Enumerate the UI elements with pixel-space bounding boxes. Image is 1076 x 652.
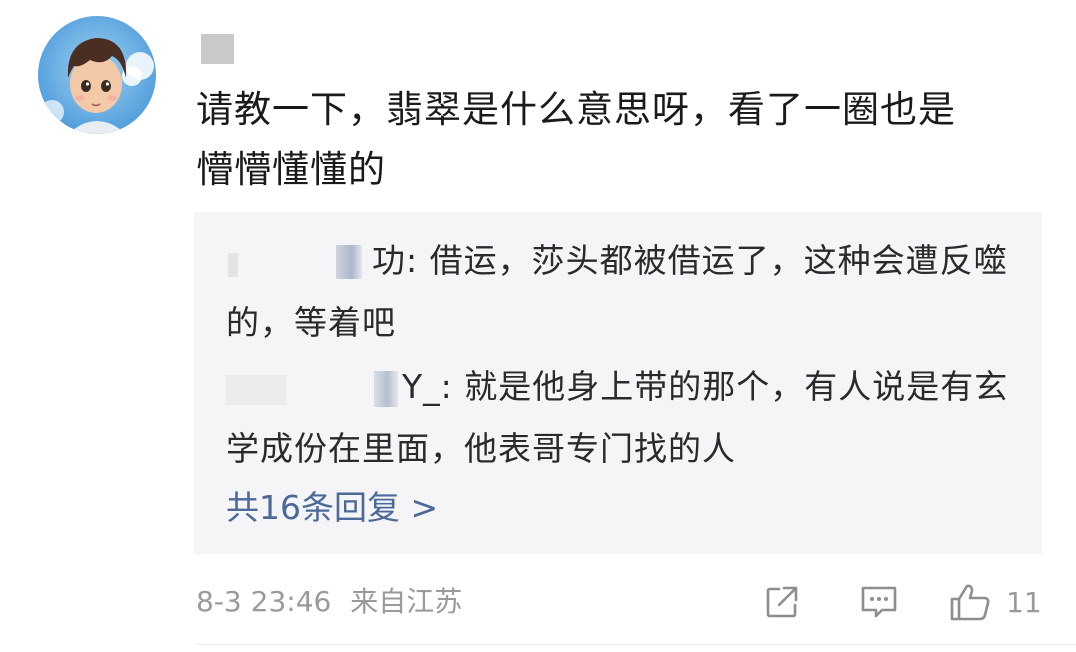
- reply-box[interactable]: 功: 借运，莎头都被借运了，这种会遭反噬的，等着吧 Y_: 就是他身上带的那个，…: [194, 212, 1042, 554]
- comment-line-1: 请教一下，翡翠是什么意思呀，看了一圈也是: [196, 88, 956, 131]
- redaction-blur: [374, 370, 398, 407]
- like-button[interactable]: 11: [948, 578, 1042, 626]
- like-count: 11: [1006, 585, 1042, 619]
- comment-card: 请教一下，翡翠是什么意思呀，看了一圈也是 懵懵懂懂的 功: 借运，莎头都被借运了，…: [0, 0, 1076, 652]
- divider: [196, 644, 1076, 645]
- reply-item[interactable]: Y_: 就是他身上带的那个，有人说是有玄学成份在里面，他表哥专门找的人: [226, 356, 1026, 480]
- redaction-blur: [226, 374, 286, 405]
- comment-line-2: 懵懵懂懂的: [196, 148, 386, 191]
- thumbs-up-icon: [950, 584, 990, 621]
- location: 来自江苏: [350, 585, 463, 618]
- share-icon: [766, 586, 798, 618]
- comment-icon: [861, 586, 897, 618]
- username-redacted: [201, 34, 234, 64]
- more-replies-link[interactable]: 共16条回复 >: [226, 484, 438, 532]
- avatar[interactable]: [38, 16, 156, 134]
- avatar-image: [38, 16, 156, 134]
- timestamp: 8-3 23:46: [196, 585, 332, 618]
- comment-meta: 8-3 23:46 来自江苏: [196, 578, 462, 626]
- share-button[interactable]: [762, 578, 802, 626]
- reply-author-suffix: Y_:: [402, 367, 465, 406]
- comment-body: 请教一下，翡翠是什么意思呀，看了一圈也是 懵懵懂懂的: [196, 80, 1056, 200]
- reply-author-redacted: [226, 243, 372, 283]
- reply-author-suffix: 功:: [372, 241, 430, 280]
- reply-item[interactable]: 功: 借运，莎头都被借运了，这种会遭反噬的，等着吧: [226, 230, 1026, 354]
- redaction-blur: [336, 244, 362, 279]
- redaction-blur: [228, 252, 238, 277]
- reply-author-redacted: [226, 369, 402, 409]
- reply-button[interactable]: [858, 578, 900, 626]
